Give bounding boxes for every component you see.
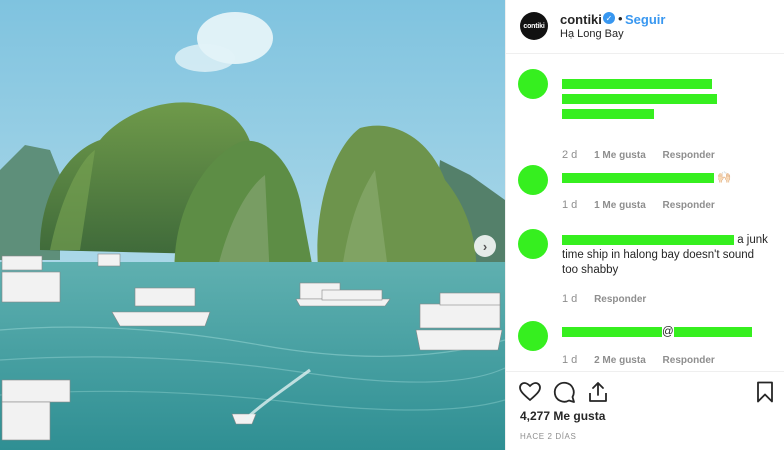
redacted-username xyxy=(562,172,714,183)
comment-text: @ xyxy=(562,325,772,340)
comment-text: a junk time ship in halong bay doesn't s… xyxy=(562,233,772,278)
comment-bubble-icon xyxy=(553,381,575,403)
like-button[interactable] xyxy=(518,380,542,404)
post-actions-bar: 4,277 Me gusta HACE 2 DÍAS xyxy=(506,371,784,450)
comment-list[interactable]: 2 d 1 Me gusta Responder 🙌🏻 1 d 1 Me gus… xyxy=(506,55,784,371)
reply-button[interactable]: Responder xyxy=(663,355,715,366)
comment-meta: 1 d 2 Me gusta Responder xyxy=(562,354,729,366)
follow-button[interactable]: Seguir xyxy=(625,12,665,27)
comment-text-line-1: a junk xyxy=(737,234,768,246)
halong-bay-image xyxy=(0,0,505,450)
comment-time: 1 d xyxy=(562,293,578,305)
reply-button[interactable]: Responder xyxy=(663,150,715,161)
redacted-mention xyxy=(562,108,654,119)
share-icon xyxy=(589,382,607,402)
chevron-right-icon: › xyxy=(482,238,488,254)
comment-time: 1 d xyxy=(562,354,578,366)
account-avatar[interactable]: contiki xyxy=(520,12,548,40)
comment-time: 2 d xyxy=(562,149,578,161)
comment-text xyxy=(562,77,772,122)
comment-text-line-3: too shabby xyxy=(562,264,619,276)
reply-button[interactable]: Responder xyxy=(594,294,646,305)
commenter-avatar[interactable] xyxy=(518,321,548,351)
comment-button[interactable] xyxy=(552,380,576,404)
account-username[interactable]: contiki xyxy=(560,12,602,27)
post-location[interactable]: Hạ Long Bay xyxy=(560,28,624,40)
heart-icon xyxy=(519,382,541,402)
comment-text: 🙌🏻 xyxy=(562,171,772,186)
comment-likes[interactable]: 2 Me gusta xyxy=(594,355,646,366)
mention-at-sign: @ xyxy=(662,326,674,338)
redacted-mention xyxy=(562,93,717,104)
redacted-username xyxy=(562,326,662,337)
comment-meta: 2 d 1 Me gusta Responder xyxy=(562,149,729,161)
post-side-panel: contiki contiki ✓ • Seguir Hạ Long Bay 2… xyxy=(505,0,784,450)
commenter-avatar[interactable] xyxy=(518,165,548,195)
post-photo[interactable]: › xyxy=(0,0,505,450)
commenter-avatar[interactable] xyxy=(518,69,548,99)
bookmark-icon xyxy=(757,381,773,403)
commenter-avatar[interactable] xyxy=(518,229,548,259)
next-photo-button[interactable]: › xyxy=(474,235,496,257)
separator-dot: • xyxy=(618,11,623,26)
post-timestamp[interactable]: HACE 2 DÍAS xyxy=(520,432,576,441)
reply-button[interactable]: Responder xyxy=(663,200,715,211)
post-likes-count[interactable]: 4,277 Me gusta xyxy=(520,409,605,423)
comment-time: 1 d xyxy=(562,199,578,211)
comment-meta: 1 d Responder xyxy=(562,293,660,305)
redacted-username xyxy=(562,234,734,245)
comment-meta: 1 d 1 Me gusta Responder xyxy=(562,199,729,211)
share-button[interactable] xyxy=(586,380,610,404)
raised-hands-emoji: 🙌🏻 xyxy=(717,172,732,184)
comment-likes[interactable]: 1 Me gusta xyxy=(594,150,646,161)
save-button[interactable] xyxy=(753,380,777,404)
post-header: contiki contiki ✓ • Seguir Hạ Long Bay xyxy=(506,0,784,54)
verified-badge-icon: ✓ xyxy=(603,12,615,24)
redacted-username xyxy=(562,78,712,89)
comment-text-line-2: time ship in halong bay doesn't sound xyxy=(562,249,755,261)
redacted-mention xyxy=(673,326,752,337)
comment-likes[interactable]: 1 Me gusta xyxy=(594,200,646,211)
